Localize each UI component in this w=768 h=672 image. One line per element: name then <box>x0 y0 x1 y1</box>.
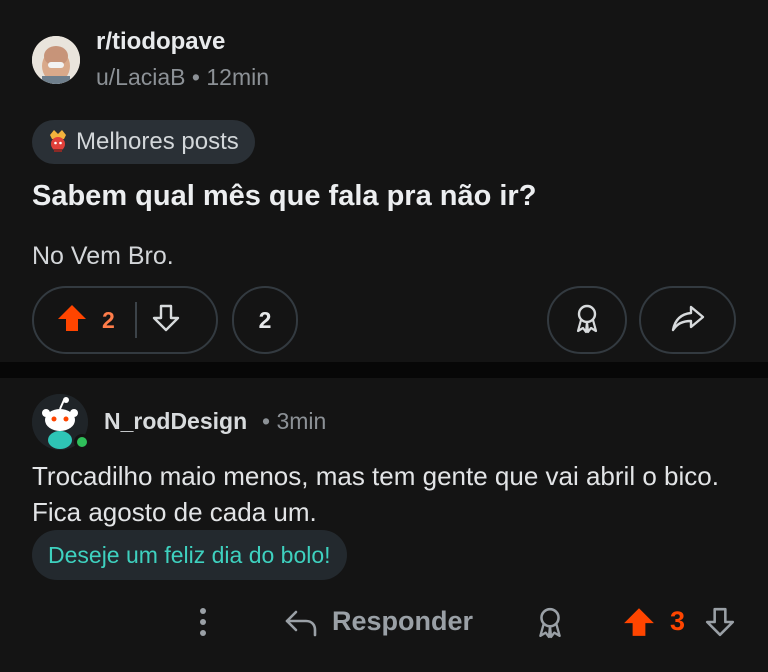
share-icon <box>670 303 706 338</box>
byline-separator: • <box>191 64 200 90</box>
post-author[interactable]: u/LaciaB <box>96 64 186 90</box>
comment-age: • 3min <box>262 408 327 434</box>
share-button[interactable] <box>639 286 736 354</box>
comments-button[interactable]: 2 <box>232 286 298 354</box>
award-button[interactable] <box>547 286 627 354</box>
post-title[interactable]: Sabem qual mês que fala pra não ir? <box>32 180 536 213</box>
vote-divider <box>134 302 137 338</box>
upvote-icon[interactable] <box>622 606 656 643</box>
comment-actions: Responder 3 <box>0 598 768 648</box>
cake-day-button[interactable]: Deseje um feliz dia do bolo! <box>32 530 347 580</box>
comment-score: 3 <box>670 606 686 636</box>
crown-flair-icon <box>46 127 70 158</box>
comment-author[interactable]: N_rodDesign <box>104 408 247 435</box>
post-age: 12min <box>206 64 270 90</box>
comment-count: 2 <box>258 306 272 333</box>
reply-icon[interactable] <box>284 608 318 643</box>
award-icon <box>572 302 602 339</box>
section-divider <box>0 362 768 378</box>
vote-control: 2 <box>32 286 218 354</box>
subreddit-name[interactable]: r/tiodopave <box>96 28 225 56</box>
post-body: No Vem Bro. <box>32 242 174 270</box>
subreddit-avatar[interactable] <box>32 36 80 84</box>
online-status-dot <box>74 434 90 450</box>
comment-card: N_rodDesign • 3min Trocadilho maio menos… <box>0 378 768 672</box>
cake-day-label: Deseje um feliz dia do bolo! <box>48 541 331 568</box>
downvote-icon[interactable] <box>704 606 736 643</box>
reply-button[interactable]: Responder <box>332 606 473 637</box>
downvote-icon[interactable] <box>151 303 181 338</box>
flair-label: Melhores posts <box>76 128 239 155</box>
post-byline: u/LaciaB • 12min <box>96 64 269 91</box>
post-vote-count: 2 <box>102 306 115 333</box>
post-flair[interactable]: Melhores posts <box>32 120 255 164</box>
more-icon[interactable] <box>195 606 211 638</box>
upvote-icon[interactable] <box>56 303 88 338</box>
comment-text: Trocadilho maio menos, mas tem gente que… <box>32 461 719 527</box>
award-icon[interactable] <box>534 604 566 645</box>
post-card: r/tiodopave u/LaciaB • 12min Melhores po… <box>0 0 768 362</box>
